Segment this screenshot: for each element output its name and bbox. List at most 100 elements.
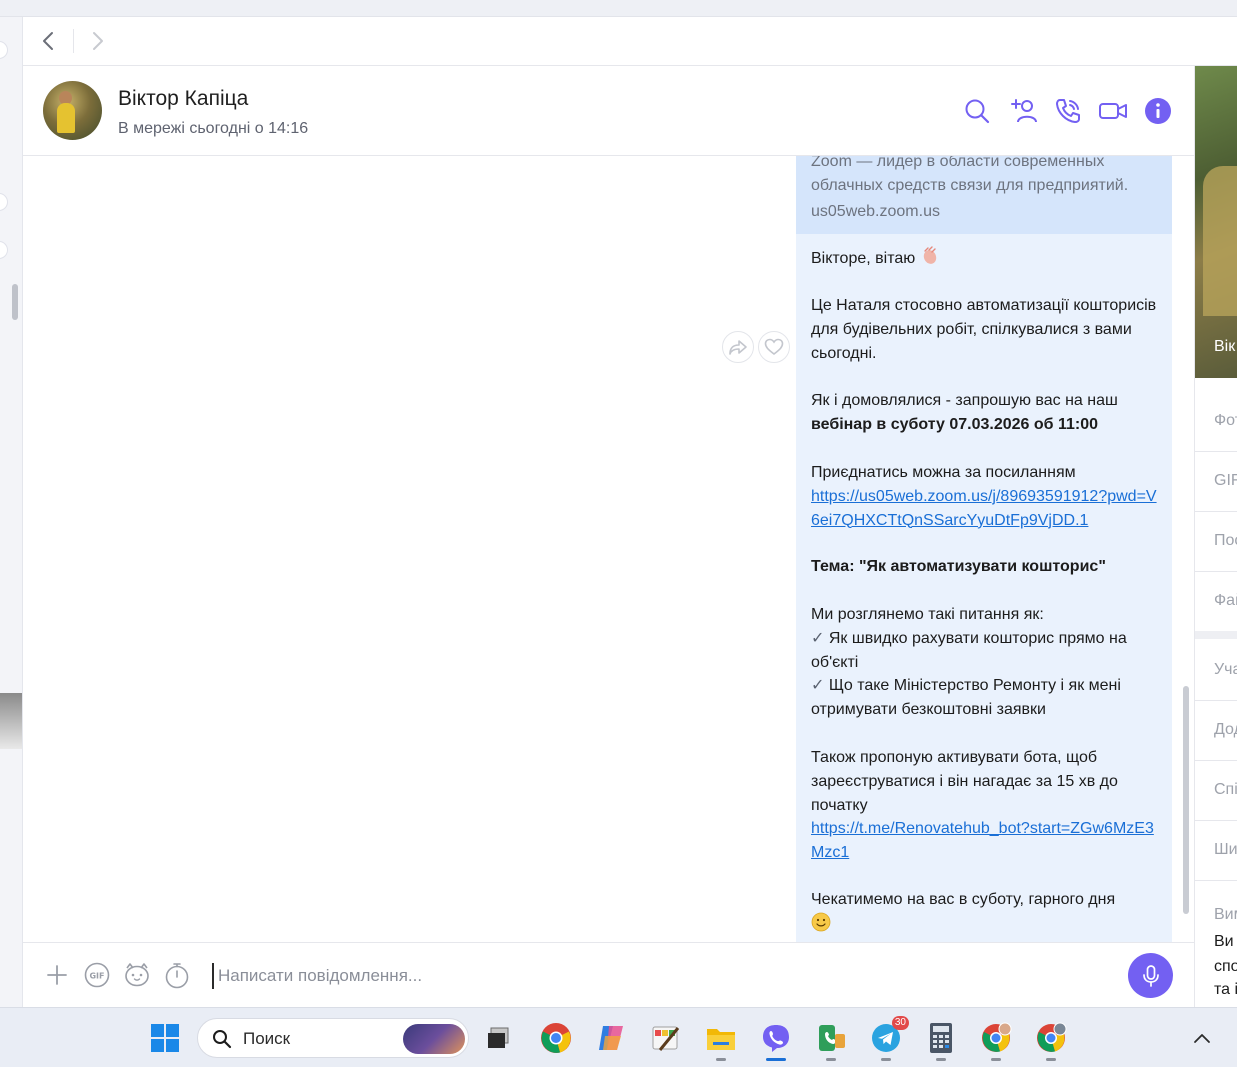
panel-section-title: Вим (1214, 906, 1237, 923)
share-icon[interactable] (722, 331, 754, 363)
info-icon[interactable] (1142, 95, 1174, 127)
contact-name[interactable]: Віктор Капіца (118, 87, 248, 111)
panel-row-label: Фай (1214, 592, 1237, 609)
phone-link-icon[interactable] (814, 1021, 848, 1055)
message-points: Ми розглянемо такі питання як: ✓ Як швид… (811, 603, 1163, 722)
search-icon (213, 1030, 232, 1049)
wave-emoji (920, 246, 940, 267)
contact-photo-figure (1203, 166, 1237, 316)
timer-icon[interactable] (161, 959, 193, 991)
invite-date: вебінар в суботу 07.03.2026 об 11:00 (811, 415, 1098, 433)
panel-row-label: Фот (1214, 412, 1237, 429)
panel-row-files[interactable]: Фай (1195, 572, 1237, 632)
chrome-profile-2-icon[interactable] (1034, 1021, 1068, 1055)
calculator-icon[interactable] (924, 1021, 958, 1055)
greeting-text: Вікторе, вітаю (811, 250, 916, 267)
navigation-bar (23, 17, 1237, 66)
chat-messages-area[interactable]: Zoom — лидер в области современных облач… (23, 156, 1194, 942)
panel-divider (1195, 631, 1237, 639)
sticker-icon[interactable] (121, 959, 153, 991)
panel-row-label: Уча (1214, 661, 1237, 678)
chrome-profile-1-icon[interactable] (979, 1021, 1013, 1055)
topic-text: Тема: "Як автоматизувати кошторис" (811, 558, 1106, 575)
zoom-link[interactable]: https://us05web.zoom.us/j/89693591912?pw… (811, 488, 1157, 529)
running-indicator (1046, 1058, 1056, 1061)
search-highlight-image (403, 1024, 465, 1054)
message-invite: Як і домовлялися - запрошую вас на наш в… (811, 389, 1163, 437)
contact-status: В мережі сьогодні о 14:16 (118, 120, 309, 137)
running-indicator (881, 1058, 891, 1061)
microphone-icon[interactable] (1128, 953, 1173, 998)
contact-info-panel: Вік Фот GIF Пос Фай Уча Дод Спі Ши Вим В… (1194, 66, 1237, 1007)
plus-icon[interactable] (41, 959, 73, 991)
message-intro: Це Наталя стосовно автоматизації коштори… (811, 297, 1157, 362)
avatar-figure-body (57, 103, 75, 133)
panel-row-gifs[interactable]: GIF (1195, 452, 1237, 512)
smile-emoji (811, 912, 831, 933)
link-preview-description: Zoom — лидер в области современных облач… (811, 156, 1129, 194)
contact-photo-name: Вік (1214, 338, 1236, 355)
panel-row-photos[interactable]: Фот (1195, 392, 1237, 452)
chat-list-thumbnail (0, 693, 22, 749)
message-closing: Чекатимемо на вас в суботу, гарного дня (811, 888, 1163, 937)
panel-section-line: Ви (1214, 933, 1234, 950)
panel-row-links[interactable]: Пос (1195, 512, 1237, 572)
panel-row-label: Спі (1214, 781, 1237, 798)
copilot-icon[interactable] (594, 1021, 628, 1055)
heart-icon[interactable] (758, 331, 790, 363)
panel-row-label: Пос (1214, 532, 1237, 549)
panel-section-line: спо (1214, 958, 1237, 975)
message-bot: Також пропоную активувати бота, щоб заре… (811, 746, 1163, 865)
panel-row-add[interactable]: Дод (1195, 701, 1237, 761)
telegram-icon[interactable]: 30 (869, 1016, 909, 1055)
chat-list-scrollbar[interactable] (12, 284, 18, 320)
window-top-strip (0, 0, 1237, 17)
chat-list-edge (0, 17, 23, 1007)
paint-icon[interactable] (649, 1021, 683, 1055)
running-indicator (716, 1058, 726, 1061)
gif-icon[interactable]: GIF (81, 959, 113, 991)
chevron-right-icon[interactable] (83, 27, 113, 55)
taskbar-search[interactable]: Поиск (197, 1018, 469, 1058)
message-composer: GIF (23, 942, 1194, 1007)
video-icon[interactable] (1097, 95, 1129, 127)
join-text: Приєднатись можна за посиланням (811, 464, 1076, 481)
link-preview-domain: us05web.zoom.us (811, 203, 940, 220)
message-topic: Тема: "Як автоматизувати кошторис" (811, 555, 1163, 579)
active-app-indicator (766, 1058, 786, 1061)
chevron-up-icon[interactable] (1185, 1021, 1219, 1055)
phone-icon[interactable] (1052, 95, 1084, 127)
panel-row-label: GIF (1214, 472, 1237, 489)
closing-text: Чекатимемо на вас в суботу, гарного дня (811, 891, 1116, 908)
checkmark-icon: ✓ (811, 677, 825, 695)
chat-list-avatar[interactable] (0, 193, 8, 211)
avatar[interactable] (43, 81, 102, 140)
panel-row-encryption[interactable]: Ши (1195, 821, 1237, 881)
chat-list-avatar[interactable] (0, 41, 8, 59)
running-indicator (826, 1058, 836, 1061)
nav-divider (73, 29, 74, 53)
panel-row-label: Ши (1214, 841, 1237, 858)
add-participant-icon[interactable] (1007, 95, 1039, 127)
contact-photo[interactable]: Вік (1195, 66, 1237, 378)
bot-link[interactable]: https://t.me/Renovatehub_bot?start=ZGw6M… (811, 820, 1154, 861)
chevron-left-icon[interactable] (33, 27, 63, 55)
message-input[interactable] (212, 963, 1112, 989)
chrome-icon[interactable] (539, 1021, 573, 1055)
file-explorer-icon[interactable] (704, 1021, 738, 1055)
viber-icon[interactable] (759, 1021, 793, 1055)
tray-icon[interactable] (1226, 1021, 1237, 1055)
chat-scrollbar[interactable] (1183, 686, 1189, 914)
telegram-badge: 30 (891, 1016, 909, 1030)
point-2: Що таке Міністерство Ремонту і як мені о… (811, 677, 1121, 719)
windows-start-icon[interactable] (148, 1021, 182, 1055)
task-view-icon[interactable] (481, 1021, 515, 1055)
bot-text: Також пропоную активувати бота, щоб заре… (811, 749, 1118, 814)
chat-list-avatar[interactable] (0, 241, 8, 259)
panel-row-participants[interactable]: Уча (1195, 641, 1237, 701)
link-preview[interactable]: Zoom — лидер в области современных облач… (796, 156, 1172, 234)
message-join: Приєднатись можна за посиланням https://… (811, 461, 1163, 532)
search-icon[interactable] (961, 95, 993, 127)
panel-row-common[interactable]: Спі (1195, 761, 1237, 821)
panel-row-label: Дод (1214, 721, 1237, 738)
